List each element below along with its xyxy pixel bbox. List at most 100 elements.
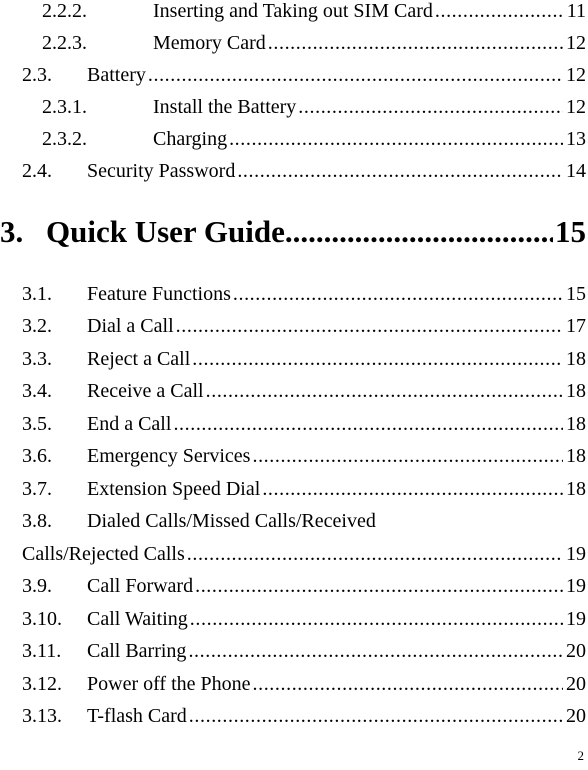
toc-entry-number: 3.1. bbox=[22, 283, 52, 305]
toc-entry-3-13[interactable]: 3.13. T-flash Card 20 bbox=[22, 703, 586, 729]
toc-entry-2-3-1[interactable]: 2.3.1. Install the Battery 12 bbox=[42, 94, 586, 120]
toc-entry-number: 2.2.3. bbox=[42, 32, 87, 54]
toc-entry-page: 18 bbox=[566, 413, 586, 435]
toc-entry-page: 13 bbox=[566, 128, 586, 150]
toc-dot-leader bbox=[189, 703, 563, 729]
toc-entry-3-10[interactable]: 3.10. Call Waiting 19 bbox=[22, 606, 586, 632]
toc-entry-3-11[interactable]: 3.11. Call Barring 20 bbox=[22, 638, 586, 664]
toc-entry-3-8-first-line[interactable]: 3.8. Dialed Calls/Missed Calls/Received bbox=[22, 508, 376, 534]
toc-entry-title: Dial a Call bbox=[87, 315, 174, 337]
toc-entry-title: Memory Card bbox=[153, 32, 266, 54]
toc-entry-2-3[interactable]: 2.3. Battery 12 bbox=[22, 62, 586, 88]
toc-dot-leader bbox=[252, 443, 563, 469]
toc-entry-page: 12 bbox=[566, 64, 586, 86]
toc-dot-leader bbox=[173, 411, 563, 437]
toc-entry-number: 3.8. bbox=[22, 510, 52, 532]
toc-entry-2-2-2[interactable]: 2.2.2. Inserting and Taking out SIM Card… bbox=[42, 0, 586, 24]
toc-entry-title: Dialed Calls/Missed Calls/Received bbox=[87, 510, 376, 532]
toc-entry-page: 18 bbox=[566, 478, 586, 500]
toc-entry-title: Power off the Phone bbox=[87, 673, 251, 695]
toc-entry-3-3[interactable]: 3.3. Reject a Call 18 bbox=[22, 346, 586, 372]
toc-entry-3-6[interactable]: 3.6. Emergency Services 18 bbox=[22, 443, 586, 469]
toc-entry-page: 15 bbox=[566, 283, 586, 305]
toc-chapter-3[interactable]: 3. Quick User Guide 15 bbox=[0, 212, 586, 252]
toc-entry-number: 3.12. bbox=[22, 673, 62, 695]
toc-dot-leader bbox=[237, 158, 563, 184]
toc-entry-number: 3.5. bbox=[22, 413, 52, 435]
page-number: 2 bbox=[577, 748, 585, 763]
toc-entry-3-2[interactable]: 3.2. Dial a Call 17 bbox=[22, 313, 586, 339]
toc-entry-number: 2.3.2. bbox=[42, 128, 87, 150]
toc-entry-title: Install the Battery bbox=[153, 96, 297, 118]
toc-entry-number: 3.2. bbox=[22, 315, 52, 337]
toc-entry-page: 18 bbox=[566, 445, 586, 467]
toc-entry-number: 3.4. bbox=[22, 380, 52, 402]
toc-chapter-title: Quick User Guide bbox=[46, 214, 285, 249]
toc-entry-3-7[interactable]: 3.7. Extension Speed Dial 18 bbox=[22, 476, 586, 502]
toc-entry-number: 3.6. bbox=[22, 445, 52, 467]
toc-entry-page: 18 bbox=[566, 380, 586, 402]
toc-entry-number: 3.9. bbox=[22, 575, 52, 597]
toc-entry-3-1[interactable]: 3.1. Feature Functions 15 bbox=[22, 281, 586, 307]
toc-entry-number: 2.3.1. bbox=[42, 96, 87, 118]
toc-entry-page: 19 bbox=[566, 543, 586, 565]
toc-entry-page: 12 bbox=[566, 32, 586, 54]
toc-entry-title: Call Forward bbox=[87, 575, 194, 597]
toc-entry-3-5[interactable]: 3.5. End a Call 18 bbox=[22, 411, 586, 437]
toc-entry-title: Call Waiting bbox=[87, 608, 188, 630]
toc-dot-leader bbox=[285, 212, 553, 252]
toc-entry-3-4[interactable]: 3.4. Receive a Call 18 bbox=[22, 378, 586, 404]
toc-entry-2-2-3[interactable]: 2.2.3. Memory Card 12 bbox=[42, 30, 586, 56]
toc-entry-3-9[interactable]: 3.9. Call Forward 19 bbox=[22, 573, 586, 599]
toc-entry-title: Charging bbox=[153, 128, 228, 150]
toc-entry-3-12[interactable]: 3.12. Power off the Phone 20 bbox=[22, 671, 586, 697]
toc-entry-page: 19 bbox=[566, 608, 586, 630]
toc-entry-page: 20 bbox=[566, 640, 586, 662]
toc-entry-number: 2.4. bbox=[22, 160, 52, 182]
toc-entry-title: Emergency Services bbox=[87, 445, 251, 467]
toc-entry-title: Feature Functions bbox=[87, 283, 231, 305]
toc-entry-number: 3.3. bbox=[22, 348, 52, 370]
toc-entry-number: 3.10. bbox=[22, 608, 62, 630]
toc-dot-leader bbox=[229, 126, 563, 152]
toc-entry-number: 2.2.2. bbox=[42, 0, 87, 22]
toc-dot-leader bbox=[435, 0, 564, 24]
toc-dot-leader bbox=[262, 476, 563, 502]
toc-dot-leader bbox=[176, 313, 563, 339]
toc-entry-title: T-flash Card bbox=[87, 705, 187, 727]
toc-entry-page: 14 bbox=[566, 160, 586, 182]
toc-entry-page: 19 bbox=[566, 575, 586, 597]
toc-entry-title: Extension Speed Dial bbox=[87, 478, 261, 500]
toc-entry-number: 3.11. bbox=[22, 640, 62, 662]
toc-dot-leader bbox=[298, 94, 563, 120]
toc-chapter-page: 15 bbox=[555, 214, 586, 249]
toc-entry-2-4[interactable]: 2.4. Security Password 14 bbox=[22, 158, 586, 184]
toc-dot-leader bbox=[268, 30, 563, 56]
toc-dot-leader bbox=[233, 281, 563, 307]
toc-entry-3-8-continuation[interactable]: Calls/Rejected Calls 19 bbox=[22, 541, 586, 567]
toc-entry-number: 3.13. bbox=[22, 705, 62, 727]
toc-dot-leader bbox=[188, 638, 563, 664]
toc-dot-leader bbox=[195, 573, 563, 599]
toc-entry-title: Reject a Call bbox=[87, 348, 191, 370]
toc-entry-title-continuation: Calls/Rejected Calls bbox=[22, 543, 185, 565]
toc-entry-page: 12 bbox=[566, 96, 586, 118]
toc-entry-title: Receive a Call bbox=[87, 380, 204, 402]
toc-dot-leader bbox=[148, 62, 563, 88]
toc-dot-leader bbox=[206, 378, 563, 404]
toc-entry-page: 20 bbox=[566, 705, 586, 727]
toc-entry-title: Security Password bbox=[87, 160, 236, 182]
toc-entry-page: 11 bbox=[566, 0, 586, 22]
toc-entry-page: 17 bbox=[566, 315, 586, 337]
toc-dot-leader bbox=[187, 541, 563, 567]
toc-chapter-number: 3. bbox=[0, 214, 24, 249]
toc-entry-title: Inserting and Taking out SIM Card bbox=[153, 0, 433, 22]
toc-entry-number: 3.7. bbox=[22, 478, 52, 500]
toc-dot-leader bbox=[253, 671, 564, 697]
toc-entry-page: 18 bbox=[566, 348, 586, 370]
toc-entry-number: 2.3. bbox=[22, 64, 52, 86]
toc-entry-2-3-2[interactable]: 2.3.2. Charging 13 bbox=[42, 126, 586, 152]
toc-entry-title: Battery bbox=[87, 64, 146, 86]
toc-dot-leader bbox=[190, 606, 563, 632]
toc-entry-title: End a Call bbox=[87, 413, 172, 435]
